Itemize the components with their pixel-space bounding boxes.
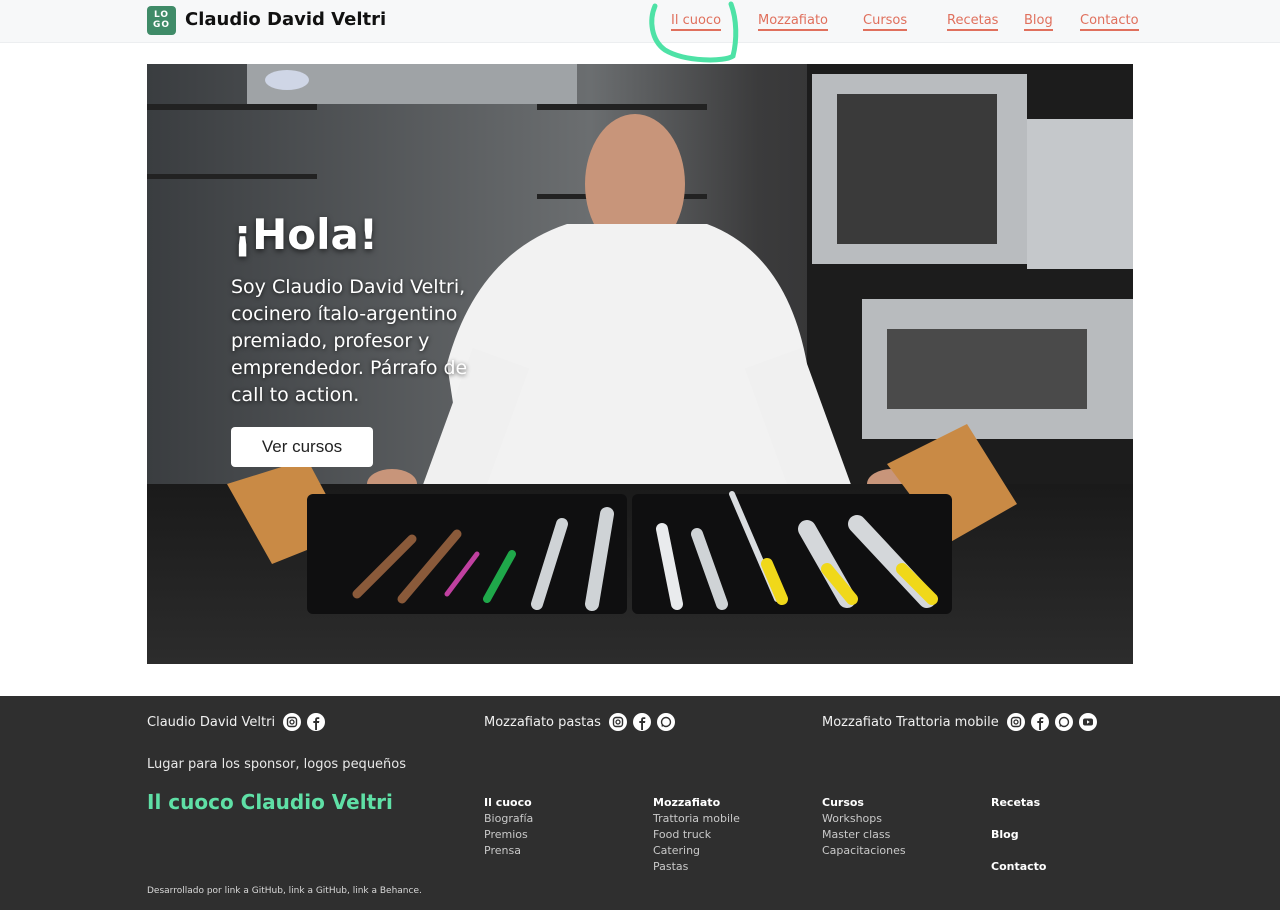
footer-menu-title[interactable]: Il cuoco <box>484 795 533 811</box>
footer-menu-il-cuoco: Il cuoco Biografía Premios Prensa <box>484 795 533 859</box>
footer-menu-cursos: Cursos Workshops Master class Capacitaci… <box>822 795 906 859</box>
footer-menu-title[interactable]: Cursos <box>822 795 906 811</box>
ver-cursos-button[interactable]: Ver cursos <box>231 427 373 467</box>
hero-banner: ¡Hola! Soy Claudio David Veltri, cociner… <box>147 64 1133 664</box>
whatsapp-icon[interactable] <box>656 713 675 731</box>
youtube-icon[interactable] <box>1078 713 1097 731</box>
hero-paragraph: Soy Claudio David Veltri, cocinero ítalo… <box>231 276 468 406</box>
footer-link-workshops[interactable]: Workshops <box>822 811 906 827</box>
footer-link-catering[interactable]: Catering <box>653 843 740 859</box>
facebook-icon[interactable] <box>1030 713 1049 731</box>
footer-credits: Desarrollado por link a GitHub, link a G… <box>147 886 422 896</box>
nav-cursos[interactable]: Cursos <box>863 13 908 31</box>
logo[interactable]: LO GO <box>147 6 176 35</box>
sponsor-placeholder: Lugar para los sponsor, logos pequeños <box>147 757 407 772</box>
footer-social-trattoria: Mozzafiato Trattoria mobile <box>822 713 1097 731</box>
footer-link-blog[interactable]: Blog <box>991 827 1046 843</box>
footer-social-claudio: Claudio David Veltri <box>147 713 326 731</box>
facebook-icon[interactable] <box>632 713 651 731</box>
footer-social-pastas: Mozzafiato pastas <box>484 713 675 731</box>
footer-link-trattoria[interactable]: Trattoria mobile <box>653 811 740 827</box>
footer-link-food-truck[interactable]: Food truck <box>653 827 740 843</box>
logo-text-top: LO <box>153 10 170 20</box>
instagram-icon[interactable] <box>608 713 627 731</box>
footer-menu-mozzafiato: Mozzafiato Trattoria mobile Food truck C… <box>653 795 740 875</box>
footer-menu-extra: Recetas Blog Contacto <box>991 795 1046 875</box>
footer-link-prensa[interactable]: Prensa <box>484 843 533 859</box>
footer-link-contacto[interactable]: Contacto <box>991 859 1046 875</box>
footer-link-premios[interactable]: Premios <box>484 827 533 843</box>
footer-social-title: Claudio David Veltri <box>147 714 276 730</box>
footer-link-recetas[interactable]: Recetas <box>991 795 1046 811</box>
instagram-icon[interactable] <box>283 713 302 731</box>
site-brand[interactable]: Claudio David Veltri <box>185 9 386 30</box>
footer-link-master-class[interactable]: Master class <box>822 827 906 843</box>
footer-link-capacitaciones[interactable]: Capacitaciones <box>822 843 906 859</box>
hero-title: ¡Hola! <box>233 210 379 259</box>
footer-social-title: Mozzafiato Trattoria mobile <box>822 714 999 730</box>
footer-brand[interactable]: Il cuoco Claudio Veltri <box>147 790 393 814</box>
footer-link-pastas[interactable]: Pastas <box>653 859 740 875</box>
highlight-scribble <box>649 1 739 63</box>
facebook-icon[interactable] <box>307 713 326 731</box>
nav-blog[interactable]: Blog <box>1024 13 1053 31</box>
nav-recetas[interactable]: Recetas <box>947 13 999 31</box>
footer-menu-title[interactable]: Mozzafiato <box>653 795 740 811</box>
footer-link-biografia[interactable]: Biografía <box>484 811 533 827</box>
logo-text-bottom: GO <box>152 20 171 30</box>
site-footer: Claudio David Veltri Mozzafiato pastas M… <box>0 696 1280 910</box>
whatsapp-icon[interactable] <box>1054 713 1073 731</box>
nav-contacto[interactable]: Contacto <box>1080 13 1139 31</box>
nav-mozzafiato[interactable]: Mozzafiato <box>758 13 828 31</box>
footer-social-title: Mozzafiato pastas <box>484 714 601 730</box>
site-header: LO GO Claudio David Veltri Il cuoco Mozz… <box>0 0 1280 43</box>
instagram-icon[interactable] <box>1006 713 1025 731</box>
